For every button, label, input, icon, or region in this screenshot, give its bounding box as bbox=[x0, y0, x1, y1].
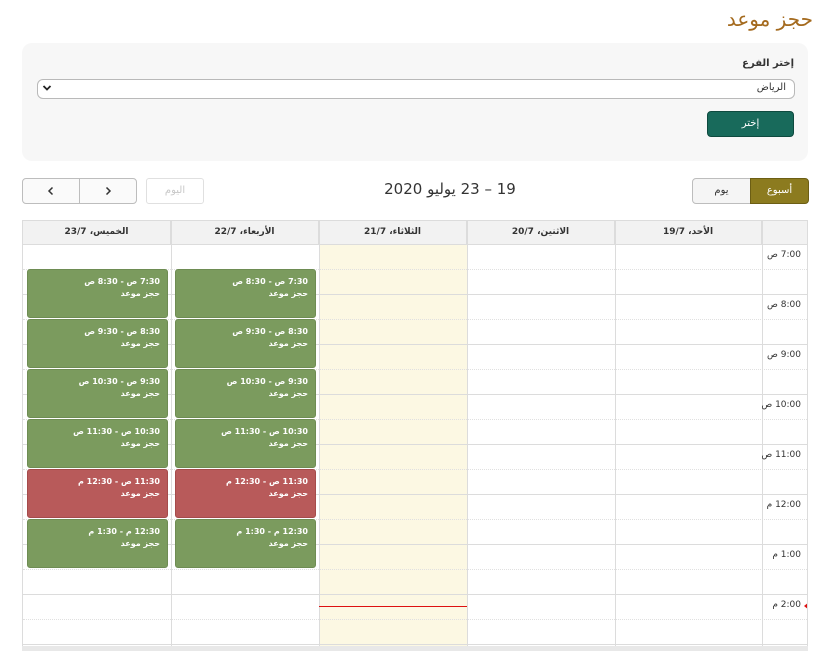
next-week-button[interactable] bbox=[22, 178, 80, 204]
time-label: 2:00 م bbox=[772, 600, 801, 610]
slot-title: حجز موعد bbox=[268, 389, 308, 398]
day-header-wed: الأربعاء، 22/7 bbox=[171, 221, 319, 244]
slot-time: 11:30 ص - 12:30 م bbox=[225, 477, 308, 486]
slot-title: حجز موعد bbox=[268, 439, 308, 448]
prev-week-button[interactable] bbox=[79, 178, 137, 204]
choose-branch-button[interactable]: إختر bbox=[707, 111, 794, 137]
slot-time: 9:30 ص - 10:30 ص bbox=[226, 377, 308, 386]
time-label: 7:00 ص bbox=[767, 250, 801, 260]
appointment-slot[interactable]: 10:30 ص - 11:30 ص حجز موعد bbox=[175, 419, 316, 468]
hour-line bbox=[23, 244, 807, 245]
appointment-slot-booked[interactable]: 11:30 ص - 12:30 م حجز موعد bbox=[175, 469, 316, 518]
day-header-thu: الخميس، 23/7 bbox=[23, 221, 171, 244]
current-time-arrow-icon bbox=[804, 602, 807, 610]
hour-line bbox=[23, 644, 807, 645]
day-header-tue: الثلاثاء، 21/7 bbox=[319, 221, 467, 244]
week-view-button[interactable]: أسبوع bbox=[750, 178, 809, 204]
slot-time: 7:30 ص - 8:30 ص bbox=[84, 277, 160, 286]
appointment-slot[interactable]: 8:30 ص - 9:30 ص حجز موعد bbox=[175, 319, 316, 368]
slot-title: حجز موعد bbox=[120, 289, 160, 298]
branch-select[interactable]: الرياض bbox=[37, 79, 795, 99]
slot-time: 8:30 ص - 9:30 ص bbox=[84, 327, 160, 336]
slot-time: 10:30 ص - 11:30 ص bbox=[221, 427, 308, 436]
slot-title: حجز موعد bbox=[120, 539, 160, 548]
half-hour-line bbox=[23, 569, 807, 570]
date-range-title: 19 – 23 يوليو 2020 bbox=[384, 180, 516, 198]
chevron-down-icon bbox=[42, 85, 52, 91]
slot-time: 7:30 ص - 8:30 ص bbox=[232, 277, 308, 286]
slot-title: حجز موعد bbox=[268, 289, 308, 298]
horizontal-scrollbar[interactable] bbox=[22, 646, 808, 651]
column-divider bbox=[615, 221, 616, 646]
time-header bbox=[762, 221, 807, 244]
branch-select-value: الرياض bbox=[756, 82, 786, 93]
appointment-slot[interactable]: 7:30 ص - 8:30 ص حجز موعد bbox=[175, 269, 316, 318]
slot-title: حجز موعد bbox=[120, 389, 160, 398]
branch-panel: إختر الفرع الرياض إختر bbox=[22, 43, 808, 161]
appointment-slot[interactable]: 10:30 ص - 11:30 ص حجز موعد bbox=[27, 419, 168, 468]
slot-time: 11:30 ص - 12:30 م bbox=[77, 477, 160, 486]
appointment-slot-booked[interactable]: 11:30 ص - 12:30 م حجز موعد bbox=[27, 469, 168, 518]
appointment-slot[interactable]: 7:30 ص - 8:30 ص حجز موعد bbox=[27, 269, 168, 318]
week-calendar: الخميس، 23/7 الأربعاء، 22/7 الثلاثاء، 21… bbox=[22, 220, 808, 647]
column-divider bbox=[467, 221, 468, 646]
chevron-right-icon bbox=[105, 186, 112, 196]
today-button[interactable]: اليوم bbox=[146, 178, 204, 204]
slot-time: 12:30 م - 1:30 م bbox=[88, 527, 160, 536]
appointment-slot[interactable]: 12:30 م - 1:30 م حجز موعد bbox=[27, 519, 168, 568]
page-title: حجز موعد bbox=[726, 7, 813, 31]
slot-time: 12:30 م - 1:30 م bbox=[236, 527, 308, 536]
chevron-left-icon bbox=[47, 186, 54, 196]
hour-line bbox=[23, 594, 807, 595]
time-label: 9:00 ص bbox=[767, 350, 801, 360]
slot-time: 9:30 ص - 10:30 ص bbox=[78, 377, 160, 386]
day-header-mon: الاثنين، 20/7 bbox=[467, 221, 615, 244]
day-header-sun: الأحد، 19/7 bbox=[615, 221, 762, 244]
half-hour-line bbox=[23, 619, 807, 620]
branch-label: إختر الفرع bbox=[742, 58, 794, 69]
nav-button-group bbox=[22, 178, 138, 204]
time-label: 12:00 م bbox=[766, 500, 801, 510]
slot-title: حجز موعد bbox=[268, 339, 308, 348]
time-label: 8:00 ص bbox=[767, 300, 801, 310]
slot-time: 10:30 ص - 11:30 ص bbox=[73, 427, 160, 436]
view-toggle: يوم أسبوع bbox=[692, 178, 809, 204]
time-label: 11:00 ص bbox=[761, 450, 801, 460]
time-label: 1:00 م bbox=[772, 550, 801, 560]
column-divider bbox=[171, 221, 172, 646]
time-label: 10:00 ص bbox=[761, 400, 801, 410]
slot-title: حجز موعد bbox=[120, 489, 160, 498]
current-time-line bbox=[319, 606, 467, 607]
slot-title: حجز موعد bbox=[120, 439, 160, 448]
appointment-slot[interactable]: 8:30 ص - 9:30 ص حجز موعد bbox=[27, 319, 168, 368]
day-view-button[interactable]: يوم bbox=[692, 178, 751, 204]
slot-title: حجز موعد bbox=[268, 489, 308, 498]
appointment-slot[interactable]: 9:30 ص - 10:30 ص حجز موعد bbox=[27, 369, 168, 418]
appointment-slot[interactable]: 9:30 ص - 10:30 ص حجز موعد bbox=[175, 369, 316, 418]
today-column bbox=[319, 245, 467, 646]
slot-title: حجز موعد bbox=[120, 339, 160, 348]
slot-time: 8:30 ص - 9:30 ص bbox=[232, 327, 308, 336]
slot-title: حجز موعد bbox=[268, 539, 308, 548]
column-divider bbox=[762, 221, 763, 646]
appointment-slot[interactable]: 12:30 م - 1:30 م حجز موعد bbox=[175, 519, 316, 568]
column-divider bbox=[319, 221, 320, 646]
